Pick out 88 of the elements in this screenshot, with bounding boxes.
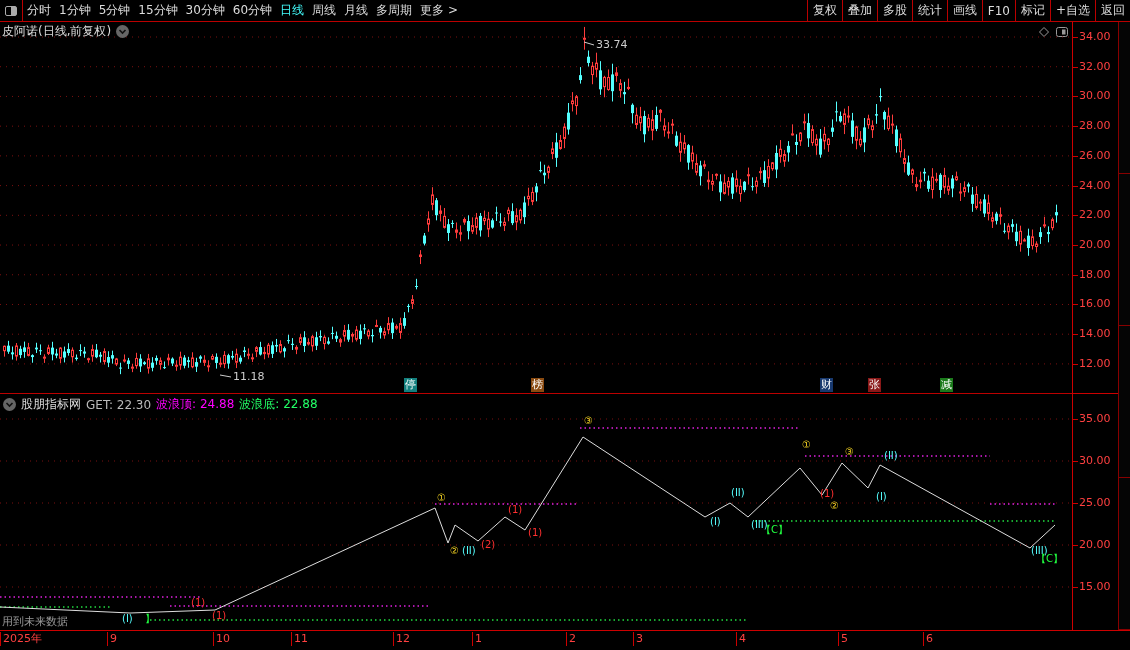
wave-label: (1) xyxy=(212,610,227,621)
wave-label: ③ xyxy=(845,446,854,457)
axis-label: 30.00 xyxy=(1079,89,1111,103)
wave-label: (III) xyxy=(751,519,768,530)
wave-label: ① xyxy=(802,439,811,450)
wave-label: (II) xyxy=(462,545,476,556)
axis-label: 22.00 xyxy=(1079,208,1111,222)
toolbar-button[interactable]: 统计 xyxy=(911,0,947,21)
wave-label: (II) xyxy=(731,487,745,498)
axis-label: 24.00 xyxy=(1079,178,1111,192)
chart-title: 皮阿诺(日线,前复权) xyxy=(2,23,112,40)
axis-label: 26.00 xyxy=(1079,148,1111,162)
axis-label: 30.00 xyxy=(1079,454,1111,467)
wave-label: (1) xyxy=(508,504,523,515)
toolbar-button[interactable]: 叠加 xyxy=(841,0,877,21)
period-tab[interactable]: 日线 xyxy=(276,0,309,21)
period-tab[interactable]: 月线 xyxy=(340,0,373,21)
axis-label: 14.00 xyxy=(1079,327,1111,341)
period-tab[interactable]: 60分钟 xyxy=(228,0,277,21)
axis-label: 16.00 xyxy=(1079,297,1111,311)
axis-label: 32.00 xyxy=(1079,59,1111,73)
period-tab[interactable]: 多周期 xyxy=(372,0,417,21)
wave-label: ② xyxy=(450,545,459,556)
wave-label: ③ xyxy=(584,415,593,426)
event-badge[interactable]: 减 xyxy=(940,378,953,392)
axis-label: 5 xyxy=(838,632,848,646)
period-tab[interactable]: 周线 xyxy=(308,0,341,21)
axis-label: 12 xyxy=(393,632,410,646)
dropdown-icon[interactable] xyxy=(3,398,16,411)
period-tab[interactable]: 15分钟 xyxy=(134,0,182,21)
event-badge[interactable]: 张 xyxy=(868,378,881,392)
indicator-value: 波浪底: 22.88 xyxy=(239,396,318,413)
wave-label: (1) xyxy=(528,527,543,538)
period-tab[interactable]: 分时 xyxy=(23,0,55,21)
axis-label: 4 xyxy=(736,632,746,646)
indicator-value: 波浪顶: 24.88 xyxy=(156,396,235,413)
axis-label: 12.00 xyxy=(1079,356,1111,370)
period-tab[interactable]: 1分钟 xyxy=(55,0,95,21)
event-badge[interactable]: 榜 xyxy=(531,378,544,392)
level-line xyxy=(989,503,1056,505)
wave-label: (I) xyxy=(122,613,133,624)
low-price-label: 11.18 xyxy=(233,370,265,383)
high-price-label: 33.74 xyxy=(596,38,628,51)
toolbar-button[interactable]: 复权 xyxy=(806,0,842,21)
period-tab[interactable]: 30分钟 xyxy=(181,0,229,21)
axis-label: 1 xyxy=(472,632,482,646)
leader-line xyxy=(583,41,595,46)
axis-label: 28.00 xyxy=(1079,119,1111,133)
axis-label: 20.00 xyxy=(1079,538,1111,551)
wave-label: (1) xyxy=(191,597,206,608)
axis-label: 18.00 xyxy=(1079,267,1111,281)
wave-label: (I) xyxy=(876,491,887,502)
diamond-icon[interactable] xyxy=(1039,27,1049,37)
panel-toggle-icon[interactable] xyxy=(1056,27,1068,37)
axis-label: 20.00 xyxy=(1079,238,1111,252)
indicator-name: 股朋指标网 xyxy=(21,396,81,413)
wave-label: ① xyxy=(437,492,446,503)
event-badge[interactable]: 停 xyxy=(404,378,417,392)
period-tab[interactable]: 更多 > xyxy=(416,0,462,21)
axis-label: 15.00 xyxy=(1079,580,1111,593)
wave-label: 】 xyxy=(145,613,155,624)
indicator-value: GET: 22.30 xyxy=(86,397,152,412)
axis-label: 35.00 xyxy=(1079,412,1111,425)
toolbar-button[interactable]: F10 xyxy=(981,0,1015,21)
axis-label: 6 xyxy=(923,632,933,646)
axis-label: 9 xyxy=(107,632,117,646)
event-badge[interactable]: 财 xyxy=(820,378,833,392)
leader-line xyxy=(219,374,232,378)
axis-label: 11 xyxy=(291,632,308,646)
axis-label: 2 xyxy=(566,632,576,646)
axis-label: 2025年 xyxy=(0,632,42,646)
wave-label: (I) xyxy=(710,516,721,527)
toolbar-button[interactable]: 标记 xyxy=(1014,0,1050,21)
axis-label: 25.00 xyxy=(1079,496,1111,509)
toolbar-button[interactable]: +自选 xyxy=(1049,0,1095,21)
axis-label: 34.00 xyxy=(1079,30,1111,43)
wave-label: (1) xyxy=(820,488,835,499)
toolbar-button[interactable]: 画线 xyxy=(946,0,982,21)
dropdown-icon[interactable] xyxy=(116,25,130,38)
wave-label: (2) xyxy=(481,539,496,550)
warning-note: 用到未来数据 xyxy=(2,614,68,629)
period-tab[interactable]: 5分钟 xyxy=(94,0,135,21)
wave-label: ② xyxy=(830,500,839,511)
axis-label: 3 xyxy=(633,632,643,646)
axis-label: 10 xyxy=(213,632,230,646)
wave-label: (II) xyxy=(884,450,898,461)
toolbar-button[interactable]: 返回 xyxy=(1095,0,1130,21)
toolbar-button[interactable]: 多股 xyxy=(876,0,912,21)
